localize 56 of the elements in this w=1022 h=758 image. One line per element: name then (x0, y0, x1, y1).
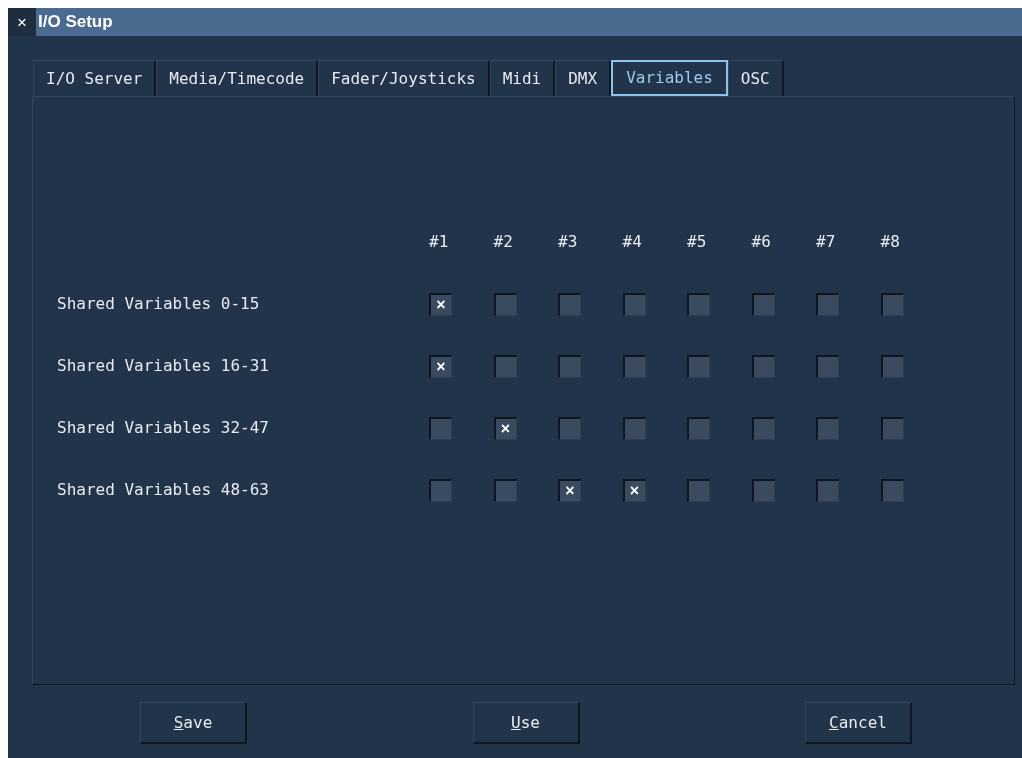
checkbox[interactable] (687, 292, 710, 316)
tab[interactable]: Variables (611, 60, 728, 96)
checkbox[interactable] (751, 416, 775, 440)
tab[interactable]: OSC (727, 60, 784, 96)
checkbox[interactable] (429, 478, 452, 502)
checkbox[interactable] (816, 416, 839, 440)
checkbox[interactable] (493, 292, 517, 316)
checkbox[interactable]: × (429, 292, 452, 316)
checkbox[interactable] (816, 354, 839, 378)
checkbox[interactable] (687, 354, 710, 378)
window-title: I/O Setup (38, 11, 113, 34)
checkbox[interactable] (880, 478, 904, 502)
checkbox[interactable] (622, 416, 646, 440)
column-header: #2 (493, 231, 513, 253)
checkbox[interactable] (687, 478, 710, 502)
checkbox[interactable]: × (622, 478, 646, 502)
checkbox[interactable] (880, 354, 904, 378)
tab[interactable]: DMX (555, 60, 612, 96)
dialog-button[interactable]: Use (472, 702, 580, 744)
row-label: Shared Variables 32-47 (57, 417, 269, 439)
column-header: #7 (816, 231, 836, 253)
row-label: Shared Variables 16-31 (57, 355, 269, 377)
checkbox[interactable] (816, 478, 839, 502)
checkbox[interactable] (622, 292, 646, 316)
checkbox[interactable] (493, 354, 517, 378)
checkbox[interactable] (429, 416, 452, 440)
column-header: #6 (751, 231, 771, 253)
checkbox[interactable]: × (493, 416, 517, 440)
checkbox[interactable] (880, 416, 904, 440)
column-header: #8 (880, 231, 900, 253)
close-button[interactable]: × (8, 8, 36, 36)
dialog-button[interactable]: Save (140, 702, 247, 744)
checkbox[interactable] (558, 416, 581, 440)
column-header: #4 (622, 231, 642, 253)
checkbox[interactable] (751, 354, 775, 378)
checkbox[interactable] (751, 292, 775, 316)
row-label: Shared Variables 48-63 (57, 479, 269, 501)
column-header: #5 (687, 231, 707, 253)
checkbox[interactable] (751, 478, 775, 502)
tab[interactable]: Midi (489, 60, 556, 96)
column-header: #1 (429, 231, 449, 253)
checkbox[interactable] (558, 292, 581, 316)
checkbox[interactable] (880, 292, 904, 316)
checkbox[interactable] (493, 478, 517, 502)
tab[interactable]: I/O Server (33, 60, 157, 96)
checkbox[interactable]: × (558, 478, 581, 502)
tab[interactable]: Media/Timecode (156, 60, 319, 96)
checkbox[interactable] (622, 354, 646, 378)
dialog-button[interactable]: Cancel (805, 702, 912, 744)
tab[interactable]: Fader/Joysticks (318, 60, 490, 96)
checkbox[interactable] (816, 292, 839, 316)
column-header: #3 (558, 231, 578, 253)
checkbox[interactable] (558, 354, 581, 378)
row-label: Shared Variables 0-15 (57, 293, 260, 315)
checkbox[interactable] (687, 416, 710, 440)
checkbox[interactable]: × (429, 354, 452, 378)
